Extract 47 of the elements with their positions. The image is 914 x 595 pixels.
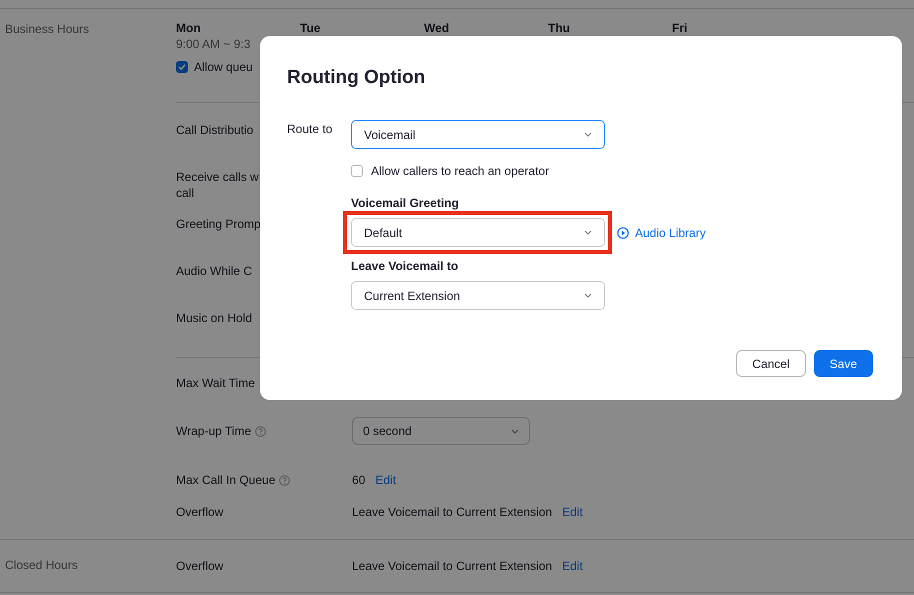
help-icon xyxy=(255,426,266,436)
field-label: Route to xyxy=(287,121,334,137)
wrap-up-select[interactable]: 0 second xyxy=(352,417,530,445)
chevron-icon xyxy=(584,293,592,298)
edit-link[interactable]: Edit xyxy=(375,473,396,487)
save-button[interactable]: Save xyxy=(814,350,873,377)
field-label: Voicemail Greeting xyxy=(351,196,460,210)
route-select[interactable]: Voicemail xyxy=(351,120,605,149)
setting-label: Wrap-up Time xyxy=(176,424,252,438)
hours-text: 9:00 AM ~ 9:3 xyxy=(176,37,252,51)
chevron-icon xyxy=(511,428,519,434)
dialog-title: Routing Option xyxy=(287,66,426,90)
setting-value: 60 xyxy=(352,473,366,487)
greeting-select[interactable]: Default xyxy=(351,218,605,247)
section-label: Closed Hours xyxy=(4,558,79,572)
cancel-button[interactable]: Cancel xyxy=(736,350,806,377)
setting-label: Max Wait Time xyxy=(176,376,255,390)
day-name: Tue xyxy=(300,22,320,35)
checkbox[interactable] xyxy=(176,61,188,73)
setting-label: Overflow xyxy=(176,505,224,519)
setting-value: Leave Voicemail to Current Extension xyxy=(352,505,552,519)
audio-library-link[interactable]: Audio Library xyxy=(617,226,706,240)
setting-value: Leave Voicemail to Current Extension xyxy=(352,559,552,573)
section-label: Business Hours xyxy=(4,22,90,36)
day-name: Mon xyxy=(176,22,201,35)
setting-label: Audio While C xyxy=(176,263,252,279)
chevron-icon xyxy=(584,132,592,137)
day-name: Fri xyxy=(672,22,688,35)
checkbox-label: Allow queu xyxy=(194,60,253,74)
setting-label: Call Distributio xyxy=(176,122,254,138)
field-label: Leave Voicemail to xyxy=(351,259,460,273)
chevron-icon xyxy=(584,230,592,235)
day-name: Wed xyxy=(424,22,450,35)
setting-label: call xyxy=(176,185,194,201)
checkbox-label: Allow callers to reach an operator xyxy=(371,164,550,178)
day-name: Thu xyxy=(548,22,570,35)
help-icon xyxy=(279,474,290,486)
edit-link[interactable]: Edit xyxy=(562,505,583,519)
leave-voicemail-select[interactable]: Current Extension xyxy=(351,281,605,310)
play-icon xyxy=(617,226,629,238)
setting-label: Overflow xyxy=(176,559,224,573)
setting-label: Receive calls w xyxy=(176,169,259,185)
setting-label: Music on Hold xyxy=(176,310,252,326)
edit-link[interactable]: Edit xyxy=(562,559,583,573)
setting-label: Greeting Promp xyxy=(176,216,261,232)
setting-label: Max Call In Queue xyxy=(176,473,276,487)
checkbox[interactable] xyxy=(351,165,363,177)
